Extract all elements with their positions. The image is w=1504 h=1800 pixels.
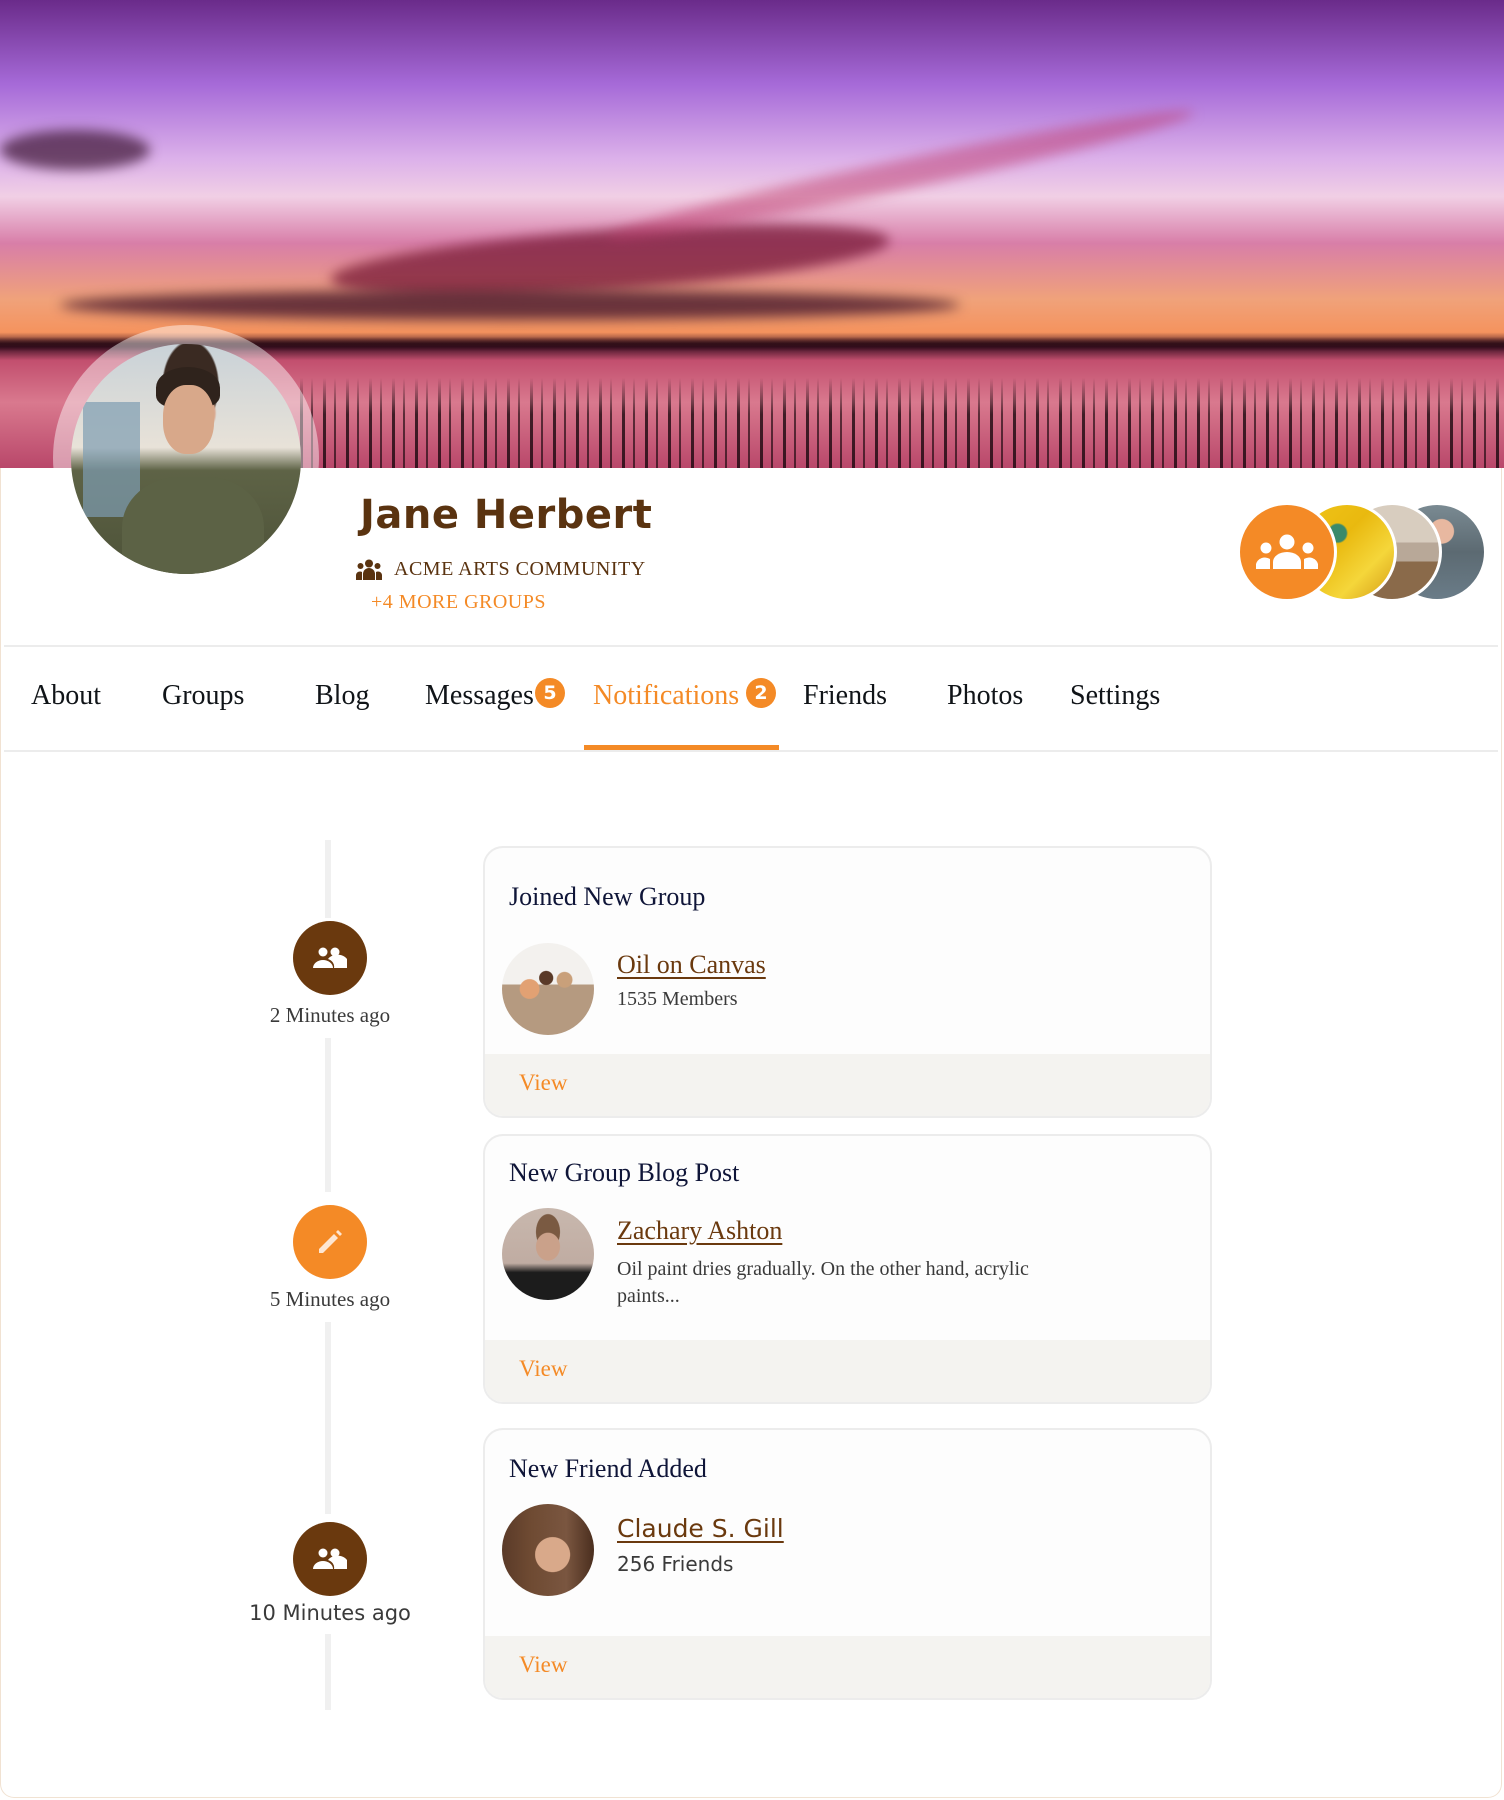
groups-button[interactable] [1237,502,1337,602]
group-link[interactable]: Oil on Canvas [617,950,766,980]
tab-groups[interactable]: Groups [162,680,244,712]
more-groups-link[interactable]: +4 MORE GROUPS [371,591,546,614]
friend-avatar[interactable] [502,1504,594,1596]
tab-friends[interactable]: Friends [803,680,887,712]
group-icon [313,947,347,968]
tab-messages[interactable]: Messages [425,680,534,712]
timeline-dot [293,1522,367,1596]
profile-avatar[interactable] [71,344,301,574]
timeline-line [325,840,331,918]
banner-cloud [60,290,960,320]
timeline-dot [293,921,367,995]
tab-about[interactable]: About [31,680,101,712]
friend-link[interactable]: Claude S. Gill [617,1514,784,1543]
notification-card: New Group Blog Post Zachary Ashton Oil p… [483,1134,1212,1404]
messages-badge: 5 [535,678,565,708]
post-excerpt: Oil paint dries gradually. On the other … [617,1258,1029,1307]
profile-name: Jane Herbert [360,492,653,538]
card-footer: View [485,1340,1210,1402]
profile-tabs: About Groups Blog Messages 5 Notificatio… [0,678,1504,740]
active-tab-indicator [584,745,779,750]
view-button[interactable]: View [519,1652,567,1678]
group-thumbnail[interactable] [502,943,594,1035]
tab-blog[interactable]: Blog [315,680,369,712]
author-avatar[interactable] [502,1208,594,1300]
banner-cloud [0,130,150,170]
tab-settings[interactable]: Settings [1070,680,1160,712]
author-link[interactable]: Zachary Ashton [617,1216,782,1246]
banner-reeds [300,378,1504,468]
timeline-time: 2 Minutes ago [269,1003,391,1027]
card-footer: View [485,1054,1210,1116]
timeline-line [325,1322,331,1514]
group-stack[interactable] [1237,500,1487,604]
pencil-icon [319,1230,342,1253]
card-title: New Group Blog Post [509,1158,740,1187]
card-title: Joined New Group [509,882,706,911]
users-icon [356,559,382,580]
tab-photos[interactable]: Photos [947,680,1023,712]
view-button[interactable]: View [519,1070,567,1096]
timeline-line [325,1634,331,1710]
users-icon [1256,534,1318,569]
notification-card: Joined New Group Oil on Canvas 1535 Memb… [483,846,1212,1118]
timeline-time: 10 Minutes ago [249,1601,411,1625]
card-title: New Friend Added [509,1454,707,1483]
avatar-shirt [121,477,265,574]
card-footer: View [485,1636,1210,1698]
timeline-time: 5 Minutes ago [269,1287,391,1311]
avatar-face [163,385,214,455]
notification-card: New Friend Added Claude S. Gill 256 Frie… [483,1428,1212,1700]
friend-count: 256 Friends [617,1552,734,1576]
nav-divider-bottom [4,750,1498,752]
group-icon [313,1548,347,1569]
primary-group[interactable]: ACME ARTS COMMUNITY [356,558,646,581]
tab-notifications[interactable]: Notifications [593,680,739,712]
primary-group-name: ACME ARTS COMMUNITY [394,558,646,580]
view-button[interactable]: View [519,1356,567,1382]
notifications-badge: 2 [746,678,776,708]
timeline-dot [293,1205,367,1279]
nav-divider-top [4,645,1498,647]
banner-cloud [603,97,1197,253]
timeline-line [325,1038,331,1192]
member-count: 1535 Members [617,988,738,1010]
